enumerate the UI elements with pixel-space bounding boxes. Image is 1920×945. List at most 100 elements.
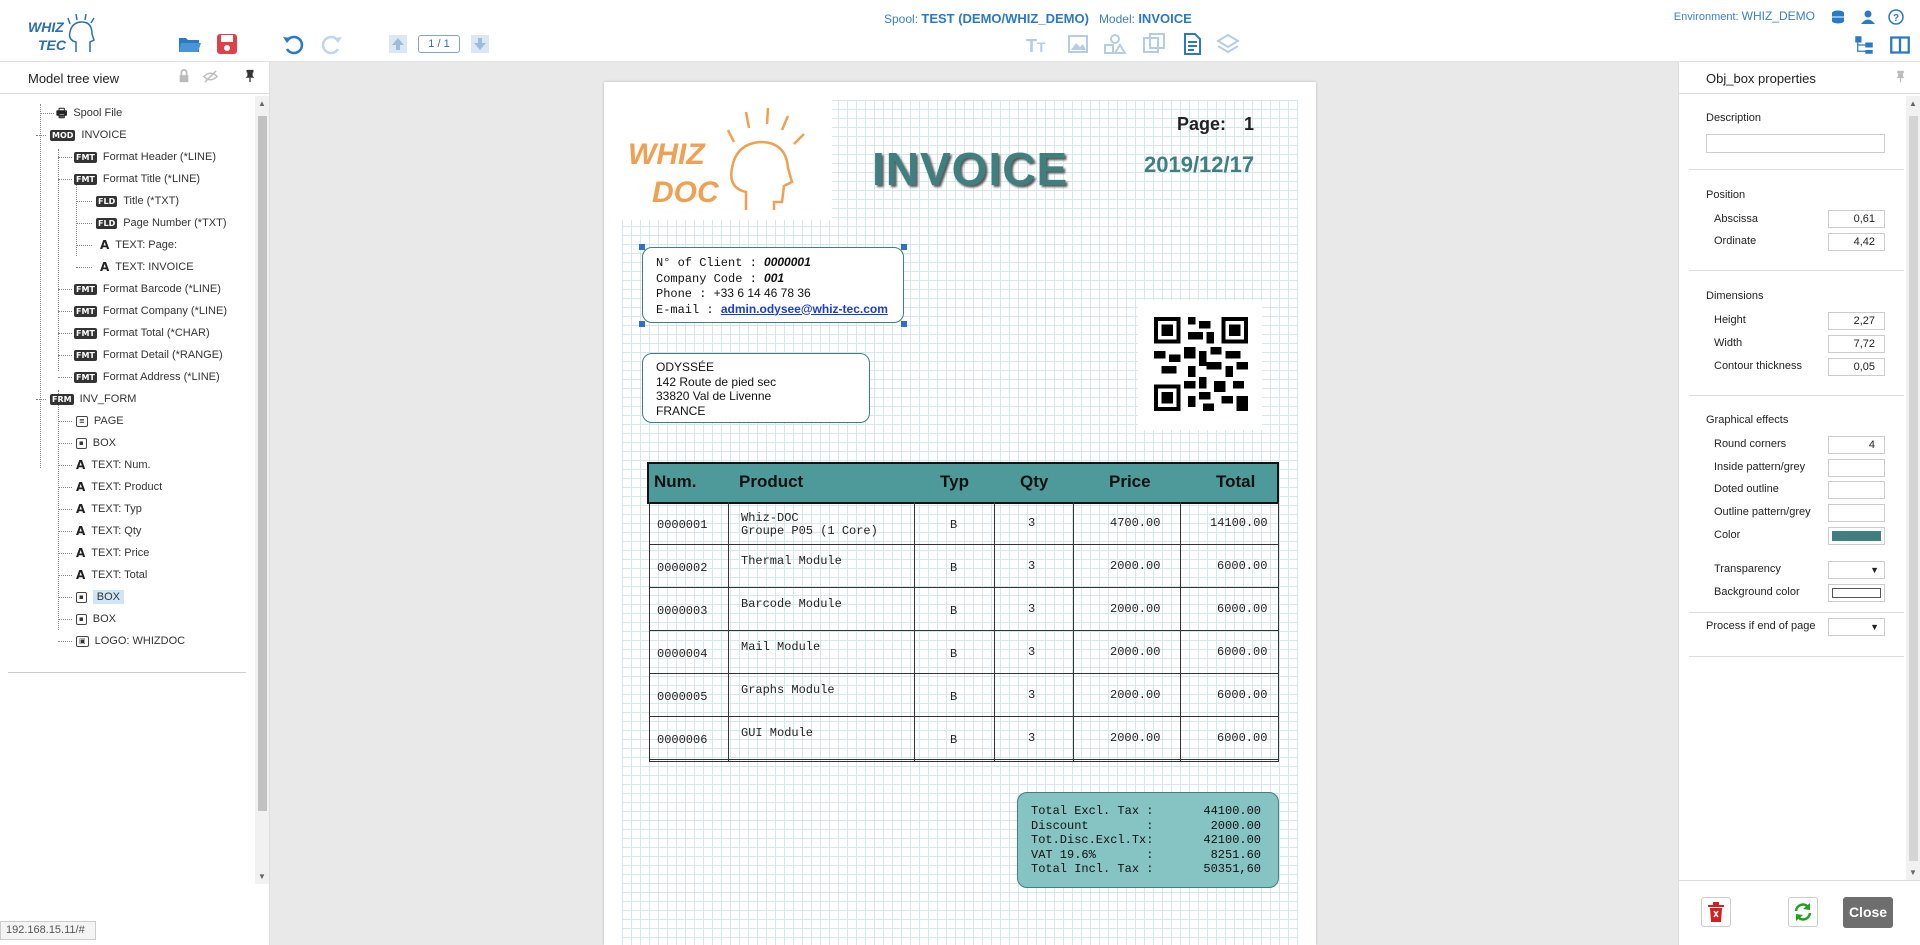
- add-document-icon[interactable]: [1178, 30, 1206, 58]
- redo-icon[interactable]: [318, 30, 346, 58]
- client-info-box[interactable]: N° of Client : 0000001 Company Code : 00…: [642, 247, 904, 323]
- invoice-page[interactable]: WHIZ DOC INVOICE Page: 1 2019/12/17 N° o…: [604, 82, 1316, 945]
- tree-item-text-total[interactable]: A TEXT: Total: [58, 566, 147, 584]
- user-icon[interactable]: [1859, 8, 1877, 26]
- page-indicator[interactable]: 1 / 1: [418, 35, 460, 53]
- page-number[interactable]: 1: [1244, 114, 1254, 135]
- outline-pattern-input[interactable]: [1828, 504, 1885, 522]
- inside-pattern-input[interactable]: [1828, 459, 1885, 477]
- table-row[interactable]: 0000002 Thermal Module B 3 2000.00 6000.…: [650, 545, 1278, 588]
- tree-item-text-price[interactable]: A TEXT: Price: [58, 544, 149, 562]
- header-product[interactable]: Product: [739, 472, 803, 492]
- abscissa-input[interactable]: 0,61: [1828, 210, 1885, 228]
- address-box[interactable]: ODYSSÉE 142 Route de pied sec 33820 Val …: [642, 353, 870, 423]
- tree-item-invoice[interactable]: MOD INVOICE: [36, 126, 127, 144]
- split-view-icon[interactable]: [1889, 34, 1911, 56]
- resize-handle[interactable]: [901, 244, 907, 250]
- width-input[interactable]: 7,72: [1828, 335, 1885, 353]
- page-up-icon[interactable]: [384, 30, 412, 58]
- table-row[interactable]: 0000001 Whiz-DOC Groupe P05 (1 Core) B 3…: [650, 502, 1278, 545]
- layers-icon[interactable]: [1214, 30, 1242, 58]
- totals-box[interactable]: Total Excl. Tax : 44100.00 Discount : 2000…: [1017, 792, 1279, 888]
- scroll-down-icon[interactable]: ▼: [1909, 868, 1917, 877]
- table-body[interactable]: 0000001 Whiz-DOC Groupe P05 (1 Core) B 3…: [649, 502, 1279, 762]
- resize-handle[interactable]: [639, 321, 645, 327]
- header-total[interactable]: Total: [1216, 472, 1255, 492]
- whiz-doc-logo[interactable]: WHIZ DOC: [628, 102, 828, 222]
- tree-view-toggle-icon[interactable]: [1853, 34, 1875, 56]
- add-box-icon[interactable]: [1140, 30, 1168, 58]
- color-picker[interactable]: [1828, 527, 1885, 545]
- resize-handle[interactable]: [639, 244, 645, 250]
- delete-button[interactable]: [1701, 897, 1731, 927]
- undo-icon[interactable]: [279, 30, 307, 58]
- database-icon[interactable]: [1829, 8, 1847, 26]
- invoice-title[interactable]: INVOICE: [872, 142, 1068, 196]
- pin-icon[interactable]: [1894, 70, 1907, 86]
- tree-item-format-detail[interactable]: FMT Format Detail (*RANGE): [58, 346, 223, 364]
- page-down-icon[interactable]: [466, 30, 494, 58]
- hide-icon[interactable]: [202, 69, 219, 85]
- height-input[interactable]: 2,27: [1828, 312, 1885, 330]
- tree-item-format-total[interactable]: FMT Format Total (*CHAR): [58, 324, 210, 342]
- tree-item-format-header[interactable]: FMT Format Header (*LINE): [58, 148, 216, 166]
- header-qty[interactable]: Qty: [1020, 472, 1048, 492]
- header-typ[interactable]: Typ: [940, 472, 969, 492]
- scrollbar-thumb[interactable]: [258, 116, 267, 811]
- scroll-up-icon[interactable]: ▲: [1909, 99, 1917, 108]
- tree-item-text-invoice[interactable]: A TEXT: INVOICE: [76, 258, 194, 276]
- close-button[interactable]: Close: [1843, 897, 1893, 928]
- tree-item-spool-file[interactable]: 🖶 Spool File: [40, 104, 122, 122]
- table-row[interactable]: 0000004 Mail Module B 3 2000.00 6000.00: [650, 631, 1278, 674]
- tree-item-box[interactable]: ▪ BOX: [58, 434, 116, 452]
- invoice-date[interactable]: 2019/12/17: [1144, 152, 1254, 178]
- tree-scrollbar[interactable]: ▲ ▼: [255, 96, 269, 884]
- tree-item-text-typ[interactable]: A TEXT: Typ: [58, 500, 142, 518]
- process-end-dropdown[interactable]: ▼: [1828, 618, 1885, 636]
- bg-color-picker[interactable]: [1828, 584, 1885, 602]
- description-input[interactable]: [1706, 134, 1885, 153]
- add-shape-icon[interactable]: [1101, 30, 1129, 58]
- round-corners-input[interactable]: 4: [1828, 436, 1885, 454]
- scrollbar-thumb[interactable]: [1909, 116, 1918, 861]
- tree-item-format-title[interactable]: FMT Format Title (*LINE): [58, 170, 200, 188]
- refresh-button[interactable]: [1788, 897, 1818, 927]
- doted-outline-input[interactable]: [1828, 481, 1885, 499]
- tree-item-box[interactable]: ▪ BOX: [58, 610, 116, 628]
- tree-item-page-number-txt[interactable]: FLD Page Number (*TXT): [76, 214, 227, 232]
- tree-item-format-address[interactable]: FMT Format Address (*LINE): [58, 368, 220, 386]
- page-label[interactable]: Page:: [1177, 114, 1226, 135]
- tree-item-title-txt[interactable]: FLD Title (*TXT): [76, 192, 179, 210]
- transparency-dropdown[interactable]: ▼: [1828, 561, 1885, 579]
- table-header[interactable]: Num. Product Typ Qty Price Total: [647, 462, 1279, 504]
- qr-code[interactable]: [1154, 317, 1248, 411]
- contour-input[interactable]: 0,05: [1828, 358, 1885, 376]
- table-row[interactable]: 0000005 Graphs Module B 3 2000.00 6000.0…: [650, 674, 1278, 717]
- table-row[interactable]: 0000003 Barcode Module B 3 2000.00 6000.…: [650, 588, 1278, 631]
- lock-icon[interactable]: [177, 69, 193, 85]
- tree-item-text-product[interactable]: A TEXT: Product: [58, 478, 162, 496]
- tree-item-text-num[interactable]: A TEXT: Num.: [58, 456, 151, 474]
- pin-icon[interactable]: [243, 69, 259, 85]
- tree-item-page[interactable]: ≡ PAGE: [58, 412, 124, 430]
- help-icon[interactable]: ?: [1887, 8, 1905, 26]
- table-row[interactable]: 0000006 GUI Module B 3 2000.00 6000.00: [650, 717, 1278, 760]
- tree-item-format-company[interactable]: FMT Format Company (*LINE): [58, 302, 227, 320]
- email-value[interactable]: admin.odysee@whiz-tec.com: [721, 302, 888, 316]
- save-icon[interactable]: [213, 30, 241, 58]
- add-image-icon[interactable]: [1064, 30, 1092, 58]
- tree-item-box-selected[interactable]: ▪ BOX: [58, 588, 124, 606]
- ordinate-input[interactable]: 4,42: [1828, 233, 1885, 251]
- scroll-down-icon[interactable]: ▼: [258, 872, 266, 881]
- design-canvas[interactable]: WHIZ DOC INVOICE Page: 1 2019/12/17 N° o…: [270, 62, 1678, 945]
- tree-item-text-qty[interactable]: A TEXT: Qty: [58, 522, 141, 540]
- properties-scrollbar[interactable]: ▲ ▼: [1906, 96, 1920, 880]
- resize-handle[interactable]: [901, 321, 907, 327]
- tree-item-format-barcode[interactable]: FMT Format Barcode (*LINE): [58, 280, 221, 298]
- tree-item-inv-form[interactable]: FRM INV_FORM: [36, 390, 136, 408]
- tree-item-logo-whizdoc[interactable]: ▣ LOGO: WHIZDOC: [58, 632, 185, 650]
- header-price[interactable]: Price: [1109, 472, 1151, 492]
- header-num[interactable]: Num.: [654, 472, 697, 492]
- add-text-icon[interactable]: TT: [1024, 30, 1052, 58]
- open-folder-icon[interactable]: [175, 30, 203, 58]
